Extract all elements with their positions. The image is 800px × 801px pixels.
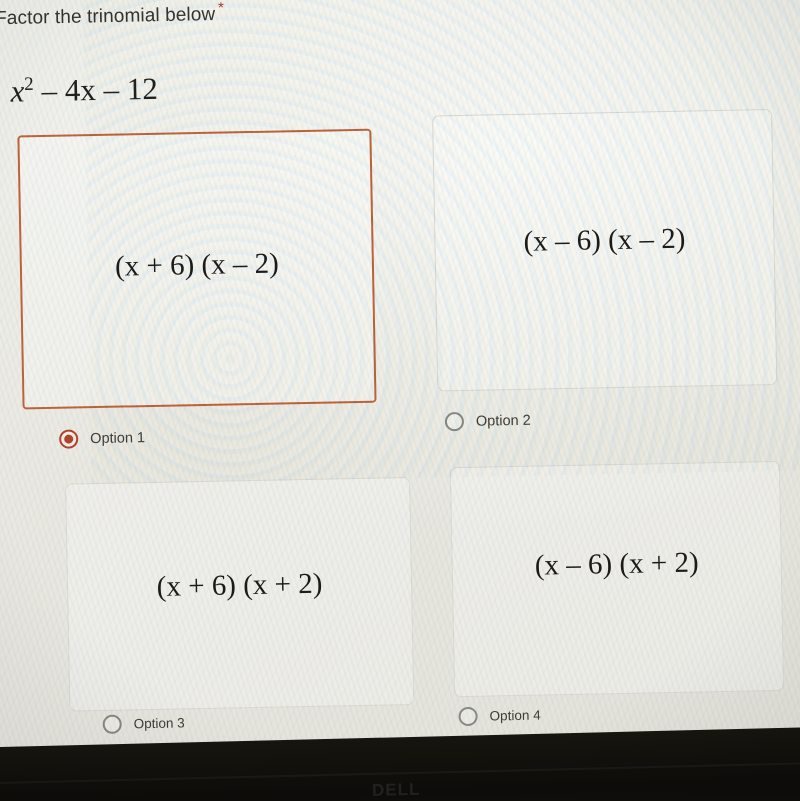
expression-base: x — [10, 73, 25, 109]
option-card-1[interactable]: (x + 6) (x – 2) — [17, 128, 377, 410]
radio-row-option-1[interactable]: Option 1 — [59, 428, 145, 449]
option-card-2[interactable]: (x – 6) (x – 2) — [432, 109, 778, 392]
laptop-screen-panel: Factor the trinomial below * x2 – 4x – 12… — [0, 0, 800, 777]
option-4-math: (x – 6) (x + 2) — [534, 546, 699, 582]
form-question-content: Factor the trinomial below * x2 – 4x – 12… — [0, 0, 800, 768]
page-title: Factor the trinomial below * — [0, 0, 224, 30]
radio-button-option-3[interactable] — [102, 714, 122, 734]
expression-rest: – 4x – 12 — [33, 70, 159, 109]
option-3-math: (x + 6) (x + 2) — [156, 568, 323, 604]
radio-label-option-1: Option 1 — [90, 429, 146, 447]
photo-of-laptop-screen: Factor the trinomial below * x2 – 4x – 12… — [0, 0, 800, 801]
radio-button-option-2[interactable] — [444, 411, 465, 432]
dell-logo: DELL — [371, 779, 421, 800]
radio-row-option-2[interactable]: Option 2 — [444, 411, 531, 432]
option-card-4[interactable]: (x – 6) (x + 2) — [449, 460, 785, 698]
question-title-text: Factor the trinomial below — [0, 4, 216, 30]
required-asterisk: * — [217, 0, 225, 17]
radio-label-option-3: Option 3 — [133, 715, 185, 732]
radio-row-option-3[interactable]: Option 3 — [102, 713, 185, 734]
radio-label-option-4: Option 4 — [489, 707, 541, 724]
trinomial-expression: x2 – 4x – 12 — [10, 71, 158, 110]
option-1-math: (x + 6) (x – 2) — [114, 247, 280, 283]
option-2-math: (x – 6) (x – 2) — [523, 222, 686, 258]
radio-button-option-1[interactable] — [59, 429, 79, 449]
option-card-3[interactable]: (x + 6) (x + 2) — [65, 477, 415, 712]
radio-label-option-2: Option 2 — [475, 412, 531, 430]
radio-row-option-4[interactable]: Option 4 — [458, 706, 541, 727]
radio-button-option-4[interactable] — [458, 706, 478, 727]
